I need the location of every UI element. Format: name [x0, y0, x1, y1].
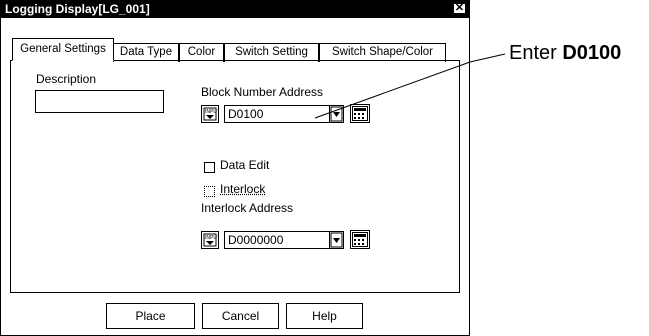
annotation-text: Enter D0100: [509, 42, 621, 65]
annotation-emphasis: D0100: [562, 42, 622, 64]
annotation-prefix: Enter: [509, 42, 563, 64]
tab-general-settings[interactable]: General Settings: [12, 38, 114, 61]
